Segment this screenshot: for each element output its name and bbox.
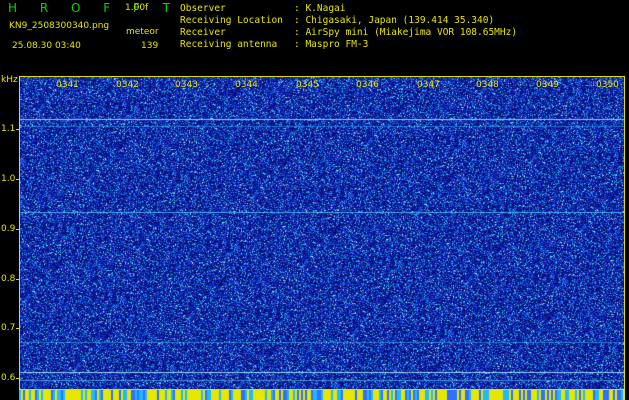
- y-tick-label: 0.8: [1, 274, 16, 284]
- x-tick-label: 0344: [235, 80, 258, 90]
- header-panel: H R O F F T 1.00f KN9_2508300340.png met…: [0, 0, 629, 76]
- meteor-label: meteor: [126, 27, 159, 37]
- y-tick-mark: [16, 279, 20, 280]
- y-tick-mark: [16, 378, 20, 379]
- x-tick-label: 0348: [476, 80, 499, 90]
- info-row-receiver: Receiver: AirSpy mini (Miakejima VOR 108…: [180, 27, 518, 38]
- y-tick-mark: [16, 328, 20, 329]
- station-info: Observer: K.Nagai Receiving Location: Ch…: [180, 3, 517, 51]
- y-tick-label: 0.6: [1, 373, 16, 383]
- x-tick-label: 0345: [296, 80, 319, 90]
- x-tick-label: 0342: [116, 80, 139, 90]
- meteor-count: 139: [141, 41, 159, 51]
- x-tick-label: 0347: [417, 80, 440, 90]
- info-row-observer: Observer: K.Nagai: [180, 3, 346, 14]
- signal-level-meter: [19, 390, 625, 400]
- x-tick-label: 0349: [536, 80, 559, 90]
- y-tick-mark: [16, 229, 20, 230]
- y-tick-label: 0.7: [1, 323, 16, 333]
- datetime-label: 25.08.30 03:40: [12, 41, 81, 51]
- app-title: H R O F F T: [8, 1, 180, 15]
- info-row-antenna: Receiving antenna: Maspro FM-3: [180, 39, 369, 50]
- x-tick-label: 0350: [596, 80, 619, 90]
- y-tick-label: 0.9: [1, 224, 16, 234]
- x-tick-label: 0346: [356, 80, 379, 90]
- y-unit-label: kHz: [1, 75, 18, 85]
- info-row-location: Receiving Location: Chigasaki, Japan (13…: [180, 15, 495, 26]
- x-tick-label: 0343: [175, 80, 198, 90]
- x-tick-label: 0341: [56, 80, 79, 90]
- y-tick-label: 1.0: [1, 174, 16, 184]
- y-tick-mark: [16, 179, 20, 180]
- y-tick-label: 1.1: [1, 124, 16, 134]
- file-name: KN9_2508300340.png: [9, 21, 110, 31]
- version-label: 1.00f: [125, 3, 149, 13]
- y-tick-mark: [16, 129, 20, 130]
- waterfall-spectrogram[interactable]: [19, 76, 625, 390]
